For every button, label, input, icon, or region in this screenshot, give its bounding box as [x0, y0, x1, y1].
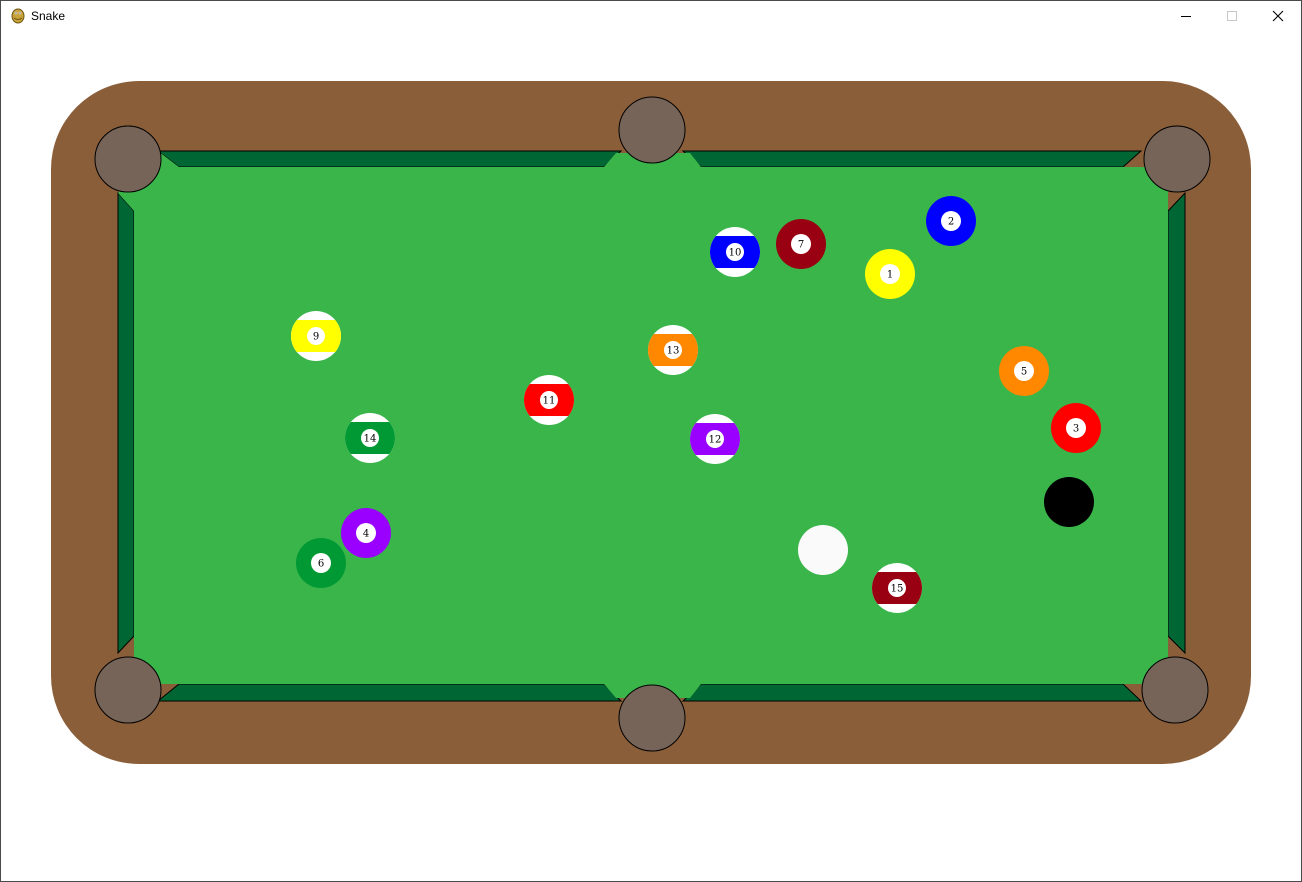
ball-1[interactable]: 1 — [865, 249, 915, 299]
ball-7-number: 7 — [798, 240, 804, 251]
ball-7[interactable]: 7 — [776, 219, 826, 269]
cushion-top-right — [681, 150, 1143, 168]
ball-2[interactable]: 2 — [926, 196, 976, 246]
cushion-bottom-left — [156, 683, 623, 702]
minimize-icon — [1181, 16, 1191, 17]
app-window: 1 2 3 4 5 6 7 9 10 11 12 13 14 15 Snake — [0, 0, 1302, 882]
close-button[interactable] — [1255, 1, 1301, 31]
ball-3[interactable]: 3 — [1051, 403, 1101, 453]
ball-2-number: 2 — [948, 217, 954, 228]
maximize-button[interactable] — [1209, 1, 1255, 31]
pocket-bottom-right — [1141, 656, 1209, 724]
pocket-top-right — [1143, 125, 1211, 193]
pocket-top-left — [94, 125, 162, 193]
ball-4-number: 4 — [363, 529, 369, 540]
ball-9-number: 9 — [313, 332, 319, 343]
ball-5-number: 5 — [1021, 367, 1027, 378]
ball-15-number: 15 — [891, 584, 904, 595]
close-icon — [1272, 10, 1284, 22]
pocket-bottom-left — [94, 656, 162, 724]
ball-13-number: 13 — [667, 346, 680, 357]
ball-14-number: 14 — [364, 434, 377, 445]
ball-3-number: 3 — [1073, 424, 1079, 435]
cushion-right — [1167, 191, 1186, 655]
cushion-bottom-right — [681, 683, 1143, 702]
window-title: Snake — [31, 9, 66, 23]
minimize-button[interactable] — [1163, 1, 1209, 31]
ball-10-number: 10 — [729, 248, 742, 259]
ball-6[interactable]: 6 — [296, 538, 346, 588]
game-canvas[interactable]: 1 2 3 4 5 6 7 9 10 11 12 13 14 15 — [1, 1, 1301, 881]
cushion-left — [117, 191, 135, 655]
ball-5[interactable]: 5 — [999, 346, 1049, 396]
pocket-bottom-middle — [618, 684, 686, 752]
maximize-icon — [1227, 11, 1237, 21]
title-bar[interactable]: Snake — [1, 1, 1301, 31]
ball-6-number: 6 — [318, 559, 324, 570]
ball-11-number: 11 — [543, 396, 556, 407]
eight-ball[interactable] — [1044, 477, 1094, 527]
table-felt-core — [134, 167, 1168, 684]
cushion-top-left — [156, 150, 623, 168]
ball-12-number: 12 — [709, 435, 722, 446]
ball-1-number: 1 — [887, 270, 893, 281]
cue-ball[interactable] — [798, 525, 848, 575]
python-snake-icon — [11, 8, 25, 24]
pocket-top-middle — [618, 96, 686, 164]
ball-4[interactable]: 4 — [341, 508, 391, 558]
